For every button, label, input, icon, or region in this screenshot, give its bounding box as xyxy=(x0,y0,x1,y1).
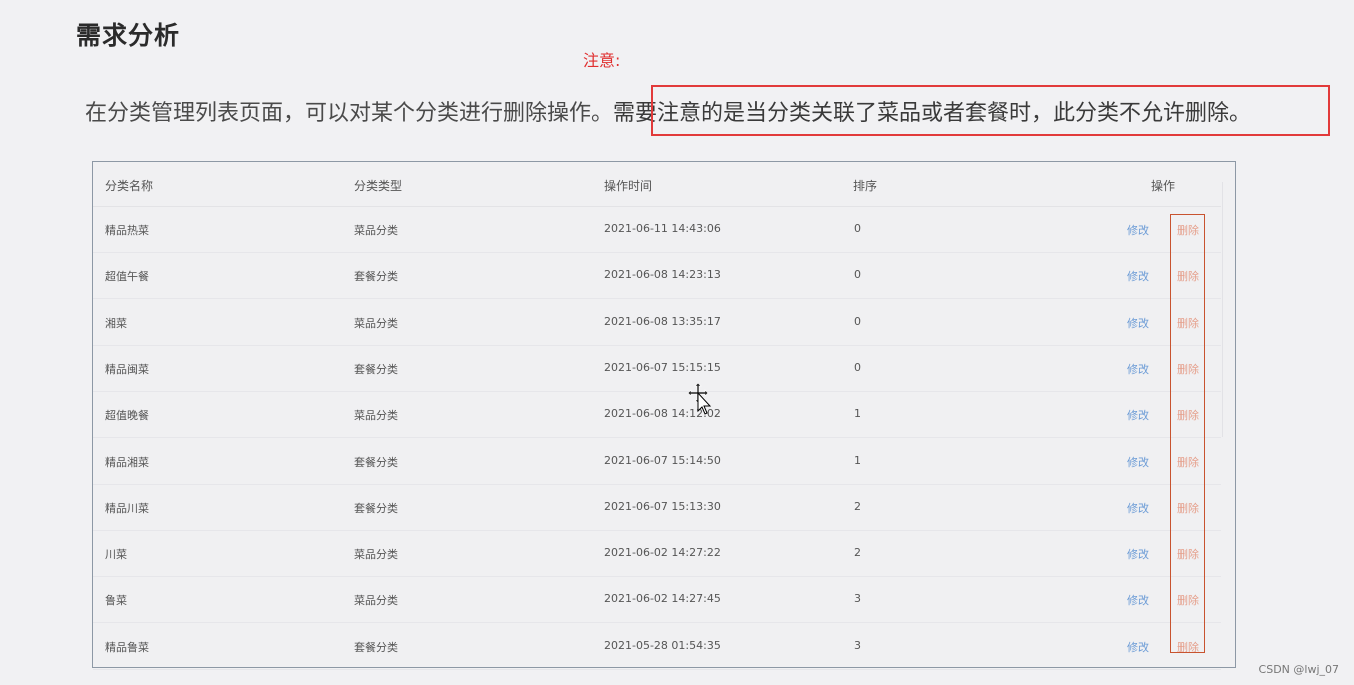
highlight-box xyxy=(651,85,1330,136)
cell-time: 2021-06-11 14:43:06 xyxy=(604,222,721,235)
table-row: 超值午餐 套餐分类 2021-06-08 14:23:13 0 修改 删除 xyxy=(93,252,1221,300)
cell-time: 2021-05-28 01:54:35 xyxy=(604,638,721,652)
cell-sort: 1 xyxy=(854,407,861,421)
table-header: 分类名称 分类类型 操作时间 排序 操作 xyxy=(93,162,1221,207)
cell-time: 2021-06-08 13:35:17 xyxy=(604,314,721,328)
description-part1: 在分类管理列表页面，可以对某个分类进行删除操作。 xyxy=(85,101,614,126)
cell-name: 鲁菜 xyxy=(105,594,127,608)
edit-link[interactable]: 修改 xyxy=(1127,222,1149,238)
table-row: 湘菜 菜品分类 2021-06-08 13:35:17 0 修改 删除 xyxy=(93,299,1221,346)
edit-link[interactable]: 修改 xyxy=(1127,546,1149,562)
cell-type: 菜品分类 xyxy=(354,409,398,423)
cell-sort: 0 xyxy=(854,360,861,374)
cell-sort: 3 xyxy=(854,592,861,606)
edit-link[interactable]: 修改 xyxy=(1127,592,1149,608)
table-row: 川菜 菜品分类 2021-06-02 14:27:22 2 修改 删除 xyxy=(93,530,1221,578)
header-name: 分类名称 xyxy=(105,179,154,193)
watermark: CSDN @lwj_07 xyxy=(1258,663,1339,676)
cell-time: 2021-06-08 14:23:13 xyxy=(604,268,721,282)
cell-time: 2021-06-02 14:27:22 xyxy=(604,546,721,560)
cell-name: 超值午餐 xyxy=(105,270,149,284)
table-row: 超值晚餐 菜品分类 2021-06-08 14:12:02 1 修改 删除 xyxy=(93,391,1221,439)
cell-type: 套餐分类 xyxy=(354,501,398,515)
note-label: 注意: xyxy=(583,51,621,70)
table-row: 精品川菜 套餐分类 2021-06-07 15:13:30 2 修改 删除 xyxy=(93,484,1221,531)
edit-link[interactable]: 修改 xyxy=(1127,407,1149,423)
edit-link[interactable]: 修改 xyxy=(1127,361,1149,377)
table-row: 鲁菜 菜品分类 2021-06-02 14:27:45 3 修改 删除 xyxy=(93,576,1221,624)
table-row: 精品闽菜 套餐分类 2021-06-07 15:15:15 0 修改 删除 xyxy=(93,345,1221,392)
cell-type: 菜品分类 xyxy=(354,594,398,608)
delete-column-highlight xyxy=(1170,214,1205,653)
cell-time: 2021-06-07 15:14:50 xyxy=(604,453,721,467)
table-row: 精品热菜 菜品分类 2021-06-11 14:43:06 0 修改 删除 xyxy=(93,206,1221,253)
page-title: 需求分析 xyxy=(76,21,181,50)
move-cursor-icon xyxy=(688,383,712,415)
cell-sort: 3 xyxy=(854,638,861,652)
cell-sort: 0 xyxy=(854,268,861,282)
cell-type: 套餐分类 xyxy=(354,640,398,654)
cell-name: 精品湘菜 xyxy=(105,455,149,469)
cell-time: 2021-06-07 15:13:30 xyxy=(604,499,721,513)
cell-sort: 0 xyxy=(854,222,861,235)
cell-type: 套餐分类 xyxy=(354,362,398,376)
cell-sort: 1 xyxy=(854,453,861,467)
cell-type: 套餐分类 xyxy=(354,270,398,284)
table-row: 精品鲁菜 套餐分类 2021-05-28 01:54:35 3 修改 删除 xyxy=(93,623,1221,670)
cell-name: 川菜 xyxy=(105,548,127,562)
cell-sort: 2 xyxy=(854,499,861,513)
cell-type: 菜品分类 xyxy=(354,548,398,562)
cell-sort: 2 xyxy=(854,546,861,560)
scrollbar-track xyxy=(1222,182,1223,437)
cell-time: 2021-06-07 15:15:15 xyxy=(604,360,721,374)
edit-link[interactable]: 修改 xyxy=(1127,500,1149,516)
edit-link[interactable]: 修改 xyxy=(1127,268,1149,284)
cell-type: 套餐分类 xyxy=(354,455,398,469)
cell-name: 精品闽菜 xyxy=(105,362,149,376)
cell-name: 精品鲁菜 xyxy=(105,640,149,654)
cell-name: 超值晚餐 xyxy=(105,409,149,423)
cell-name: 精品川菜 xyxy=(105,501,149,515)
header-action: 操作 xyxy=(1151,179,1176,193)
category-table: 分类名称 分类类型 操作时间 排序 操作 精品热菜 菜品分类 2021-06-11 … xyxy=(92,161,1236,670)
cell-time: 2021-06-02 14:27:45 xyxy=(604,592,721,606)
edit-link[interactable]: 修改 xyxy=(1127,315,1149,331)
cell-type: 菜品分类 xyxy=(354,316,398,330)
header-sort: 排序 xyxy=(853,179,878,193)
header-type: 分类类型 xyxy=(354,179,403,193)
header-time: 操作时间 xyxy=(604,179,653,193)
cell-sort: 0 xyxy=(854,314,861,328)
edit-link[interactable]: 修改 xyxy=(1127,454,1149,470)
edit-link[interactable]: 修改 xyxy=(1127,639,1149,655)
cell-type: 菜品分类 xyxy=(354,224,398,237)
cell-name: 湘菜 xyxy=(105,316,127,330)
cell-name: 精品热菜 xyxy=(105,224,149,237)
table-row: 精品湘菜 套餐分类 2021-06-07 15:14:50 1 修改 删除 xyxy=(93,438,1221,485)
